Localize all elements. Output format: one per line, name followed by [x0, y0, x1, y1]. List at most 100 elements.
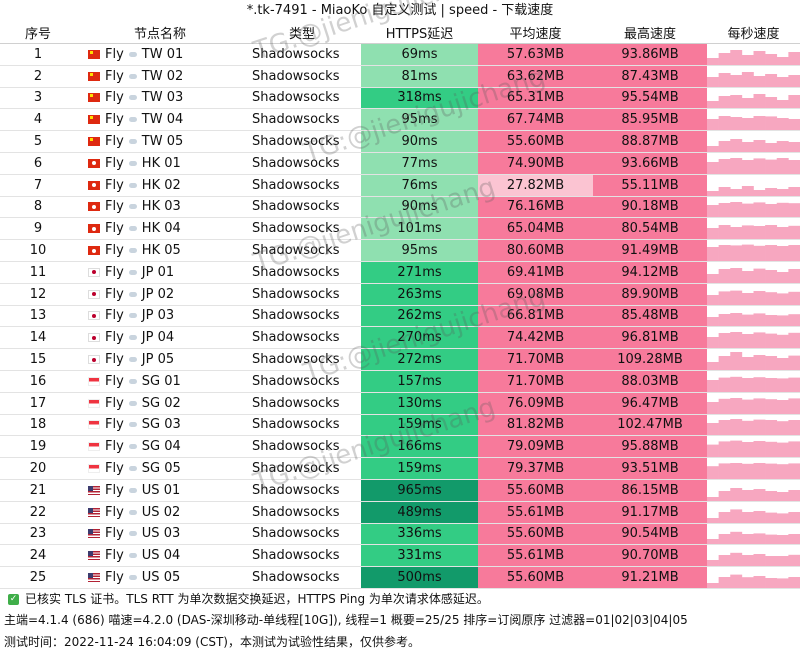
per-second-sparkline [707, 327, 800, 349]
flag-jp-icon [88, 311, 100, 321]
node-name: Fly HK 04 [80, 218, 240, 239]
node-label: US 04 [141, 548, 181, 564]
flag-sg-icon [88, 376, 100, 386]
sparkline-bar [718, 158, 731, 174]
sparkline-bar [718, 419, 731, 436]
sparkline-bar [730, 574, 743, 588]
node-name: Fly JP 01 [80, 262, 240, 283]
sparkline-bar [765, 116, 778, 131]
per-second-sparkline [707, 371, 800, 392]
max-speed: 87.43MB [593, 65, 707, 87]
sparkline-bar [765, 377, 778, 392]
sparkline-bar [707, 58, 719, 65]
table-row: 17 Fly SG 02 Shadowsocks 130ms 76.09MB 9… [0, 392, 800, 415]
node-label: HK 03 [141, 199, 181, 215]
sparkline-bar [765, 96, 778, 109]
sparkline-bar [776, 464, 789, 479]
sparkline-bar [753, 532, 766, 545]
https-latency: 318ms [361, 87, 478, 109]
cloud-icon [128, 422, 137, 428]
sparkline [707, 463, 800, 479]
cloud-icon [128, 204, 137, 210]
sparkline-bar [765, 143, 778, 152]
cloud-icon [128, 291, 137, 297]
sparkline-bar [776, 293, 789, 305]
node-label: TW 01 [141, 46, 184, 62]
sparkline [707, 185, 800, 196]
sparkline-bar [718, 268, 731, 283]
sparkline-bar [776, 99, 789, 109]
row-no: 6 [33, 155, 43, 171]
sparkline-bar [741, 377, 754, 392]
flag-us-icon [88, 529, 100, 539]
sparkline-bar [730, 139, 743, 152]
sparkline-bar [707, 466, 719, 479]
per-second-sparkline [707, 240, 800, 261]
sparkline-bar [753, 140, 766, 152]
sparkline [707, 157, 800, 174]
cloud-icon [128, 378, 137, 384]
sparkline-bar [753, 377, 766, 392]
avg-speed: 55.60MB [478, 567, 593, 588]
row-no: 17 [29, 395, 47, 411]
sparkline-bar [765, 291, 778, 305]
sparkline [707, 376, 800, 392]
sparkline-bar [718, 313, 731, 327]
node-name: Fly TW 05 [80, 131, 240, 152]
flag-jp-icon [88, 333, 100, 343]
node-label: JP 04 [141, 330, 175, 346]
checkbox-checked-icon: ✓ [8, 593, 19, 605]
avg-speed: 55.60MB [478, 523, 593, 545]
cloud-icon [128, 357, 137, 363]
row-no: 19 [29, 439, 47, 455]
max-speed: 90.70MB [593, 545, 707, 567]
https-latency: 81ms [361, 65, 478, 87]
sparkline-bar [776, 556, 789, 567]
sparkline [707, 116, 800, 131]
sparkline-bar [776, 513, 789, 523]
avg-speed: 66.81MB [478, 305, 593, 327]
sparkline-bar [707, 273, 719, 283]
sparkline-bar [741, 399, 754, 414]
sparkline-bar [765, 245, 778, 261]
flag-cn-icon [88, 71, 100, 81]
https-latency: 90ms [361, 196, 478, 218]
sparkline-bar [718, 141, 731, 152]
sparkline-bar [707, 119, 719, 131]
avg-speed: 80.60MB [478, 240, 593, 261]
https-latency: 489ms [361, 501, 478, 523]
cloud-icon [128, 51, 137, 57]
table-header: 序号 节点名称 类型 HTTPS延迟 平均速度 最高速度 每秒速度 [0, 22, 800, 44]
speed-results-table: 序号 节点名称 类型 HTTPS延迟 平均速度 最高速度 每秒速度 1 Fly … [0, 22, 800, 589]
sparkline-bar [741, 118, 754, 131]
sparkline [707, 290, 800, 305]
node-prefix: Fly [105, 264, 124, 280]
header-no: 序号 [24, 27, 51, 42]
per-second-sparkline [707, 66, 800, 87]
sparkline-bar [718, 291, 731, 305]
row-no: 7 [33, 177, 43, 193]
sparkline-bar [776, 442, 789, 458]
sparkline-bar [741, 292, 754, 305]
test-time: 测试时间：2022-11-24 16:04:09 (CST)，本测试为试验性结果… [4, 635, 420, 649]
sparkline-bar [753, 398, 766, 414]
sparkline-bar [753, 75, 766, 87]
node-type: Shadowsocks [252, 395, 340, 411]
backend-info: 主端=4.1.4 (686) 喵速=4.2.0 (DAS-深圳移动-单线程[10… [4, 613, 688, 627]
table-row: 16 Fly SG 01 Shadowsocks 157ms 71.70MB 8… [0, 370, 800, 393]
sparkline-bar [776, 271, 789, 283]
row-no: 13 [29, 308, 47, 324]
sparkline-bar [753, 189, 766, 196]
sparkline-bar [718, 356, 731, 370]
sparkline-bar [765, 512, 778, 523]
sparkline [707, 509, 800, 523]
https-latency: 166ms [361, 436, 478, 458]
sparkline-bar [788, 94, 800, 109]
row-no: 23 [29, 526, 47, 542]
node-prefix: Fly [105, 199, 124, 215]
node-prefix: Fly [105, 439, 124, 455]
max-speed: 88.87MB [593, 131, 707, 152]
sparkline-bar [741, 203, 754, 218]
node-name: Fly JP 05 [80, 349, 240, 370]
sparkline-bar [741, 55, 754, 65]
